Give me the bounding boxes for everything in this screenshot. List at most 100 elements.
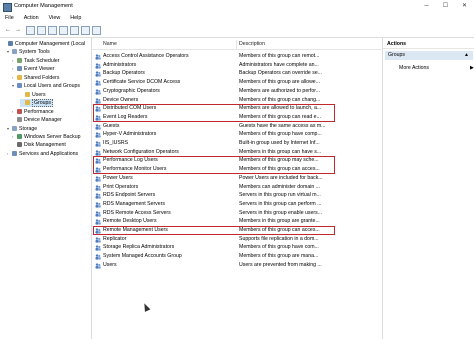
- tree-item-services-and-applications[interactable]: › Services and Applications: [7, 150, 78, 158]
- tree-item-computer-management-local[interactable]: Computer Management (Local: [3, 40, 85, 48]
- group-description: Members of this group may sche...: [239, 157, 319, 164]
- tree-item-label: Performance: [24, 108, 54, 115]
- tree-item-performance[interactable]: › Performance: [12, 108, 54, 116]
- tree-item-windows-server-backup[interactable]: › Windows Server Backup: [12, 133, 81, 141]
- tree-item-device-manager[interactable]: Device Manager: [12, 116, 62, 124]
- view-icon[interactable]: [81, 26, 90, 35]
- tree-item-storage[interactable]: ▾ Storage: [7, 125, 37, 133]
- node-icon: [8, 41, 13, 46]
- collapse-up-icon[interactable]: ▲: [464, 51, 469, 60]
- list-item[interactable]: Remote Desktop Users Members in this grou…: [92, 217, 381, 226]
- group-name: RDS Remote Access Servers: [103, 209, 171, 216]
- list-item[interactable]: Distributed COM Users Members are allowed…: [92, 104, 381, 113]
- group-name: RDS Endpoint Servers: [103, 192, 156, 199]
- group-name: Hyper-V Administrators: [103, 131, 157, 138]
- tree-item-label: Users: [32, 91, 46, 98]
- list-item[interactable]: Performance Monitor Users Members of this…: [92, 165, 381, 174]
- node-icon: [17, 74, 22, 80]
- list-item[interactable]: System Managed Accounts Group Members of …: [92, 252, 381, 261]
- group-icon: [95, 176, 101, 182]
- list-item[interactable]: Administrators Administrators have comple…: [92, 61, 381, 70]
- group-name: Certificate Service DCOM Access: [103, 79, 181, 86]
- group-description: Supports file replication in a dom...: [239, 235, 319, 242]
- tree-item-disk-management[interactable]: Disk Management: [12, 141, 66, 149]
- group-name: Replicator: [103, 235, 127, 242]
- maximize-button[interactable]: ☐: [436, 0, 455, 13]
- tree-item-users[interactable]: Users: [20, 91, 46, 99]
- more-actions-item[interactable]: More Actions ▶: [399, 64, 474, 72]
- menu-view[interactable]: View: [44, 13, 66, 24]
- group-icon: [95, 202, 101, 208]
- menu-bar: File Action View Help: [0, 13, 474, 24]
- properties-icon[interactable]: [48, 26, 57, 35]
- list-item[interactable]: RDS Management Servers Servers in this gr…: [92, 200, 381, 209]
- tree-item-system-tools[interactable]: ▾ System Tools: [7, 48, 50, 56]
- list-item[interactable]: Guests Guests have the same access as m..…: [92, 122, 381, 131]
- group-icon: [95, 263, 101, 269]
- actions-groups-header[interactable]: Groups ▲: [385, 51, 473, 60]
- group-description: Servers in this group run virtual m...: [239, 192, 321, 199]
- tree-item-task-scheduler[interactable]: › Task Scheduler: [12, 57, 59, 65]
- list-item[interactable]: Event Log Readers Members of this group c…: [92, 113, 381, 122]
- show-hide-tree-icon[interactable]: [37, 26, 46, 35]
- close-button[interactable]: ✕: [455, 0, 474, 13]
- list-item[interactable]: Power Users Power Users are included for …: [92, 174, 381, 183]
- menu-help[interactable]: Help: [65, 13, 86, 24]
- list-item[interactable]: RDS Endpoint Servers Servers in this grou…: [92, 191, 381, 200]
- group-icon: [95, 150, 101, 156]
- group-description: Users are prevented from making ...: [239, 261, 322, 268]
- group-icon: [95, 54, 101, 60]
- group-name: Remote Management Users: [103, 227, 168, 233]
- list-item[interactable]: Storage Replica Administrators Members of…: [92, 243, 381, 252]
- group-icon: [95, 193, 101, 199]
- column-description-header[interactable]: Description: [239, 41, 265, 47]
- group-icon: [95, 123, 101, 130]
- tree-item-shared-folders[interactable]: › Shared Folders: [12, 74, 59, 82]
- list-item[interactable]: Print Operators Members can administer do…: [92, 183, 381, 192]
- group-name: Cryptographic Operators: [103, 87, 160, 94]
- group-name: Distributed COM Users: [103, 105, 157, 112]
- list-item[interactable]: Backup Operators Backup Operators can ove…: [92, 69, 381, 78]
- list-item[interactable]: Replicator Supports file replication in a…: [92, 235, 381, 244]
- tree-item-label: Groups: [32, 99, 54, 108]
- minimize-button[interactable]: ─: [417, 0, 436, 13]
- list-item[interactable]: Access Control Assistance Operators Membe…: [92, 52, 381, 61]
- export-list-icon[interactable]: [59, 26, 68, 35]
- up-level-icon[interactable]: [26, 26, 35, 35]
- chevron-right-icon: ▶: [470, 65, 474, 71]
- forward-arrow-icon[interactable]: →: [14, 26, 22, 34]
- list-item[interactable]: Certificate Service DCOM Access Members o…: [92, 78, 381, 87]
- list-item[interactable]: Hyper-V Administrators Members of this gr…: [92, 130, 381, 139]
- help-icon[interactable]: [70, 26, 79, 35]
- list-item[interactable]: RDS Remote Access Servers Servers in this…: [92, 209, 381, 218]
- list-item[interactable]: Users Users are prevented from making ...: [92, 261, 381, 270]
- group-name: Administrators: [103, 61, 137, 68]
- node-icon: [25, 91, 30, 97]
- group-name: Print Operators: [103, 183, 139, 190]
- new-group-icon[interactable]: [92, 26, 101, 35]
- list-item[interactable]: Device Owners Members of this group can c…: [92, 96, 381, 105]
- group-icon: [95, 89, 101, 95]
- group-name: Performance Log Users: [103, 157, 158, 164]
- column-name-header[interactable]: Name: [103, 41, 117, 47]
- tree-item-local-users-and-groups[interactable]: ▾ Local Users and Groups: [12, 82, 80, 90]
- tree-item-groups[interactable]: Groups: [20, 99, 54, 108]
- tree-item-label: Shared Folders: [24, 74, 60, 81]
- menu-file[interactable]: File: [0, 13, 19, 24]
- computer-management-icon: [3, 3, 12, 12]
- group-name: Network Configuration Operators: [103, 148, 179, 155]
- list-item[interactable]: Cryptographic Operators Members are autho…: [92, 87, 381, 96]
- list-item[interactable]: IIS_IUSRS Built-in group used by Internet…: [92, 139, 381, 148]
- tree-item-label: Task Scheduler: [24, 57, 60, 64]
- group-description: Members in this group can have s...: [239, 148, 322, 155]
- back-arrow-icon[interactable]: ←: [4, 26, 12, 34]
- menu-action[interactable]: Action: [19, 13, 44, 24]
- group-description: Servers in this group enable users...: [239, 209, 323, 216]
- list-item[interactable]: Remote Management Users Members of this g…: [92, 226, 381, 235]
- list-item[interactable]: Performance Log Users Members of this gro…: [92, 156, 381, 165]
- group-icon: [95, 158, 101, 164]
- tree-item-event-viewer[interactable]: › Event Viewer: [12, 65, 54, 73]
- list-item[interactable]: Network Configuration Operators Members i…: [92, 148, 381, 157]
- group-icon: [95, 237, 101, 243]
- node-icon: [12, 125, 17, 131]
